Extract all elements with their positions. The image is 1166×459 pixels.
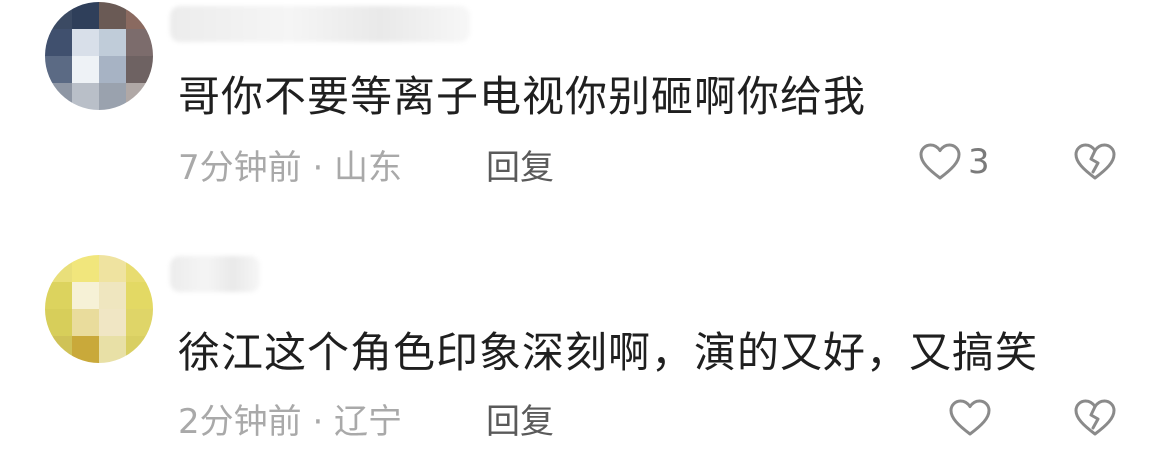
like-button[interactable]: 3 [918,142,990,182]
avatar-pixel [126,309,153,336]
comment-item: 哥你不要等离子电视你别砸啊你给我 7分钟前 · 山东 回复 3 [0,0,1166,230]
avatar-pixel [99,336,126,363]
avatar-pixel [99,2,126,29]
broken-heart-icon [1073,398,1117,438]
avatar-pixel [72,56,99,83]
avatar-pixel [72,2,99,29]
avatar-pixel [72,255,99,282]
avatar-pixel [126,2,153,29]
comment-text: 徐江这个角色印象深刻啊，演的又好，又搞笑 [178,328,1039,377]
avatar-pixel [126,83,153,110]
avatar-pixel [45,29,72,56]
username-blurred[interactable] [170,256,260,292]
avatar-pixel [72,83,99,110]
reply-button[interactable]: 回复 [486,394,554,443]
dislike-button[interactable] [1073,398,1117,438]
broken-heart-icon [1073,142,1117,182]
avatar-pixel [45,83,72,110]
avatar-pixel [99,255,126,282]
avatar-pixel [126,29,153,56]
avatar-pixel [99,83,126,110]
avatar-pixel [72,309,99,336]
avatar-pixel [99,56,126,83]
username-blurred[interactable] [170,6,470,42]
avatar-pixel [45,336,72,363]
avatar-pixel [126,336,153,363]
avatar-pixel [45,309,72,336]
comment-time-location: 7分钟前 · 山东 [178,148,403,188]
like-count: 3 [968,142,990,182]
avatar-pixel [72,336,99,363]
heart-outline-icon [948,398,992,438]
avatar-pixel [126,56,153,83]
comment-time-location: 2分钟前 · 辽宁 [178,402,403,442]
avatar-pixel [99,282,126,309]
reply-button[interactable]: 回复 [486,140,554,189]
like-button[interactable] [948,398,992,438]
avatar-pixel [72,282,99,309]
comment-text: 哥你不要等离子电视你别砸啊你给我 [178,72,867,121]
avatar-pixel [45,56,72,83]
dislike-button[interactable] [1073,142,1117,182]
avatar[interactable] [45,2,153,110]
avatar-pixel [126,282,153,309]
avatar[interactable] [45,255,153,363]
avatar-mosaic [45,255,153,363]
comment-item: 徐江这个角色印象深刻啊，演的又好，又搞笑 2分钟前 · 辽宁 回复 [0,230,1166,459]
avatar-pixel [99,29,126,56]
avatar-mosaic [45,2,153,110]
avatar-pixel [45,282,72,309]
avatar-pixel [45,2,72,29]
avatar-pixel [72,29,99,56]
avatar-pixel [99,309,126,336]
avatar-pixel [45,255,72,282]
heart-outline-icon [918,142,962,182]
avatar-pixel [126,255,153,282]
